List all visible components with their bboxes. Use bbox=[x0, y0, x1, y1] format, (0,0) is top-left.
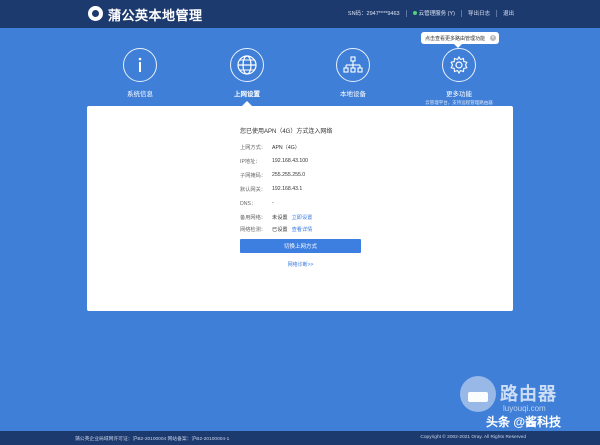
nav-label: 本地设备 bbox=[340, 91, 366, 98]
router-box bbox=[468, 392, 488, 402]
more-features-tooltip: 点击查看更多路由管理功能 × bbox=[421, 32, 499, 48]
brand-logo bbox=[88, 6, 103, 21]
row-key: DNS： bbox=[240, 201, 257, 207]
row-key: 默认网关： bbox=[240, 187, 266, 193]
network-icon bbox=[336, 48, 370, 82]
cloud-status-label: 云管理服务 (Y) bbox=[418, 11, 455, 17]
tooltip-close-icon[interactable]: × bbox=[490, 35, 496, 41]
nav-more-features[interactable]: 更多功能 云管理平台，支持远程管理路由器 bbox=[425, 48, 493, 106]
cloud-status-link[interactable]: 云管理服务 (Y) bbox=[412, 9, 455, 17]
nav-system-info[interactable]: 系统信息 bbox=[110, 48, 170, 98]
export-log-link[interactable]: 导出日志 bbox=[468, 9, 490, 17]
nav-internet-settings[interactable]: 上网设置 bbox=[217, 48, 277, 98]
row-value: 192.168.43.100 bbox=[272, 158, 309, 164]
row-value: 已设置 bbox=[272, 227, 288, 233]
info-icon bbox=[123, 48, 157, 82]
row-key: 备用网络： bbox=[240, 215, 266, 221]
row-value: APN（4G） bbox=[272, 145, 300, 151]
internet-status-panel: 您已使用APN（4G）方式连入网络 上网方式： APN（4G） IP地址： 19… bbox=[87, 106, 513, 311]
divider bbox=[495, 9, 497, 17]
row-key: 上网方式： bbox=[240, 145, 266, 151]
nav-label: 更多功能 bbox=[446, 91, 472, 98]
switch-connection-button[interactable]: 切换上网方式 bbox=[240, 239, 361, 253]
row-value: 192.168.43.1 bbox=[272, 186, 303, 192]
watermark-text: 路由器 bbox=[500, 384, 557, 404]
brand-title: 蒲公英本地管理 bbox=[108, 8, 203, 23]
row-key: 子网掩码： bbox=[240, 173, 266, 179]
toutiao-watermark: 头条 @酱科技 bbox=[486, 415, 562, 429]
row-key: 网络检测： bbox=[240, 227, 266, 233]
license-text: 蒲公英企业局域网许可证：沪B2-20100004 网站备案：沪B2-201000… bbox=[75, 437, 230, 442]
row-key: IP地址： bbox=[240, 159, 261, 165]
setup-backup-link[interactable]: 立即设置 bbox=[292, 214, 313, 221]
gear-icon bbox=[442, 48, 476, 82]
info-row: 默认网关： 192.168.43.1 bbox=[240, 186, 302, 193]
view-detail-link[interactable]: 查看详情 bbox=[292, 226, 313, 233]
header-right: SN码：2947****9463 云管理服务 (Y) 导出日志 退出 bbox=[348, 9, 514, 17]
row-value: - bbox=[272, 200, 274, 206]
info-row: 备用网络： 未设置 立即设置 bbox=[240, 214, 312, 221]
divider bbox=[460, 9, 462, 17]
router-watermark-icon bbox=[460, 376, 496, 412]
info-row: IP地址： 192.168.43.100 bbox=[240, 158, 308, 165]
row-value: 255.255.255.0 bbox=[272, 172, 306, 178]
network-diagnosis-link[interactable]: 网络诊断>> bbox=[240, 261, 361, 268]
tooltip-text: 点击查看更多路由管理功能 bbox=[425, 35, 486, 42]
page-footer: 蒲公英企业局域网许可证：沪B2-20100004 网站备案：沪B2-201000… bbox=[0, 431, 600, 445]
online-dot-icon bbox=[412, 11, 417, 15]
info-row: 子网掩码： 255.255.255.0 bbox=[240, 172, 305, 179]
row-value: 未设置 bbox=[272, 215, 288, 221]
nav-label: 系统信息 bbox=[127, 91, 153, 98]
divider bbox=[405, 9, 407, 17]
info-row: 网络检测： 已设置 查看详情 bbox=[240, 226, 312, 233]
top-header: 蒲公英本地管理 SN码：2947****9463 云管理服务 (Y) 导出日志 … bbox=[0, 0, 600, 28]
nav-label: 上网设置 bbox=[234, 91, 260, 98]
copyright-text: Copyright © 2002-2021 Oray. All Rights R… bbox=[420, 435, 526, 440]
logout-link[interactable]: 退出 bbox=[503, 9, 514, 17]
globe-icon bbox=[230, 48, 264, 82]
nav-local-devices[interactable]: 本地设备 bbox=[323, 48, 383, 98]
panel-title: 您已使用APN（4G）方式连入网络 bbox=[240, 129, 333, 135]
watermark-url: luyouqi.com bbox=[503, 404, 546, 413]
info-row: 上网方式： APN（4G） bbox=[240, 144, 300, 151]
info-row: DNS： - bbox=[240, 200, 274, 207]
sn-label: SN码：2947****9463 bbox=[347, 11, 400, 17]
